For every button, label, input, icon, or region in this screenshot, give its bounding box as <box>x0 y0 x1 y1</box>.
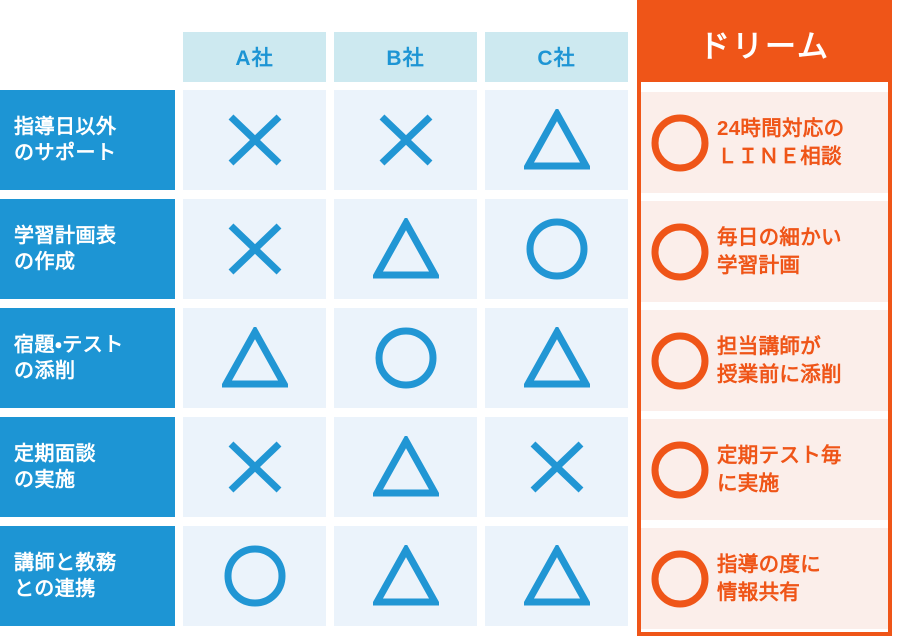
triangle-mark-icon <box>372 436 439 497</box>
orange-circle-mark-icon <box>651 223 709 280</box>
row-label-text: 指導日以外 のサポート <box>14 115 117 164</box>
highlight-row: 定期テスト毎 に実施 <box>641 419 888 520</box>
row-label: 定期面談 の実施 <box>0 417 175 517</box>
mark-cell <box>485 308 628 408</box>
row-label: 学習計画表 の作成 <box>0 199 175 299</box>
triangle-mark-icon <box>523 327 590 388</box>
cross-mark-icon <box>379 114 432 166</box>
highlight-row-text: 毎日の細かい 学習計画 <box>717 226 842 277</box>
row-label-text: 学習計画表 の作成 <box>14 224 117 273</box>
cross-mark-icon <box>530 441 583 493</box>
highlight-row: 指導の度に 情報共有 <box>641 528 888 629</box>
highlight-row: 24時間対応の ＬＩＮＥ相談 <box>641 92 888 193</box>
mark-cell <box>183 199 326 299</box>
mark-cell <box>485 526 628 626</box>
mark-cell <box>334 526 477 626</box>
orange-circle-mark-icon <box>651 550 709 607</box>
highlight-row: 担当講師が 授業前に添削 <box>641 310 888 411</box>
row-label: 講師と教務 との連携 <box>0 526 175 626</box>
circle-mark-icon <box>526 218 587 280</box>
triangle-mark-icon <box>221 327 288 388</box>
triangle-mark-icon <box>523 545 590 606</box>
mark-cell <box>485 417 628 517</box>
orange-circle-mark-icon <box>651 441 709 498</box>
triangle-mark-icon <box>372 545 439 606</box>
orange-circle-mark-icon <box>651 114 709 171</box>
comparison-table: A社 B社 C社指導日以外 のサポート 学習計画表 の作成 宿題・テスト の添削 定期面談… <box>0 0 900 640</box>
column-header-3: C社 <box>485 32 628 82</box>
highlight-row-text: 指導の度に 情報共有 <box>717 553 821 604</box>
mark-cell <box>183 417 326 517</box>
mark-cell <box>183 90 326 190</box>
highlight-row-text: 担当講師が 授業前に添削 <box>717 335 842 386</box>
mark-cell <box>334 417 477 517</box>
mark-cell <box>485 90 628 190</box>
mark-cell <box>183 308 326 408</box>
row-label: 宿題・テスト の添削 <box>0 308 175 408</box>
highlight-row: 毎日の細かい 学習計画 <box>641 201 888 302</box>
cross-mark-icon <box>228 114 281 166</box>
cross-mark-icon <box>228 223 281 275</box>
triangle-mark-icon <box>523 109 590 170</box>
highlight-column-dream: ドリーム 24時間対応の ＬＩＮＥ相談 毎日の細かい 学習計画 担当講師が 授業前に… <box>637 0 892 636</box>
circle-mark-icon <box>224 545 285 607</box>
orange-circle-mark-icon <box>651 332 709 389</box>
mark-cell <box>334 199 477 299</box>
column-header-1: A社 <box>183 32 326 82</box>
row-label-text: 講師と教務 との連携 <box>14 551 117 600</box>
row-label-text: 定期面談 の実施 <box>14 442 96 491</box>
column-header-2: B社 <box>334 32 477 82</box>
mark-cell <box>485 199 628 299</box>
circle-mark-icon <box>375 327 436 389</box>
cross-mark-icon <box>228 441 281 493</box>
highlight-row-text: 定期テスト毎 に実施 <box>717 444 842 495</box>
row-label: 指導日以外 のサポート <box>0 90 175 190</box>
row-label-text: 宿題・テスト の添削 <box>14 333 124 382</box>
highlight-column-header: ドリーム <box>641 4 888 82</box>
mark-cell <box>334 308 477 408</box>
highlight-row-text: 24時間対応の ＬＩＮＥ相談 <box>717 117 845 168</box>
mark-cell <box>183 526 326 626</box>
mark-cell <box>334 90 477 190</box>
triangle-mark-icon <box>372 218 439 279</box>
